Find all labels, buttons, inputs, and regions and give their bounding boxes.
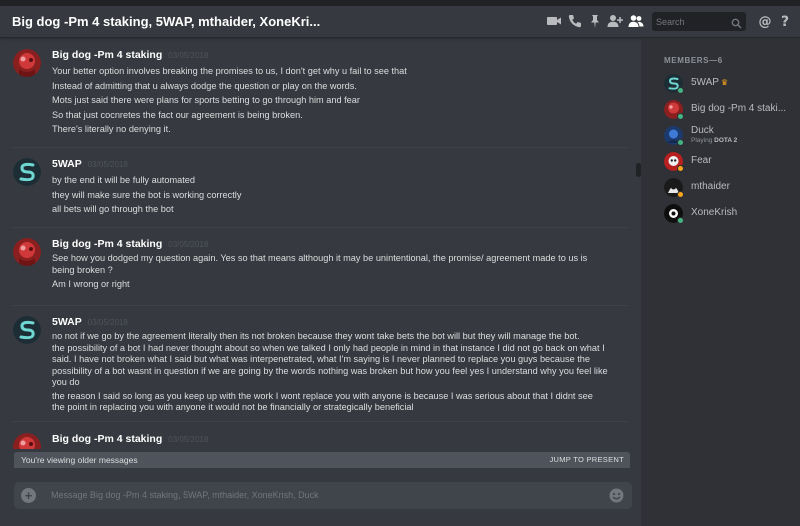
pin-icon[interactable] (587, 13, 603, 29)
message-divider (12, 421, 628, 422)
member-name: Big dog -Pm 4 staki... (691, 103, 787, 114)
phone-icon[interactable] (567, 13, 583, 29)
message-line: they will make sure the bot is working c… (52, 189, 242, 200)
help-icon[interactable]: ? (777, 13, 793, 29)
avatar[interactable] (13, 316, 41, 344)
message-line: Your better option involves breaking the… (52, 66, 407, 76)
status-online-icon (677, 113, 684, 120)
message-line: the point in replacing you with anyone i… (52, 402, 414, 412)
older-messages-banner: You're viewing older messages JUMP TO PR… (14, 452, 630, 468)
message-timestamp: 03/05/2018 (168, 240, 209, 249)
message-line: said. I have not broken what I said but … (52, 354, 591, 364)
message-line: the possibility of a bot I had never tho… (52, 342, 605, 353)
add-attachment-icon[interactable]: + (21, 488, 36, 503)
message-line: no not if we go by the agreement literal… (52, 331, 580, 341)
message-line: Mots just said there were plans for spor… (52, 95, 360, 105)
message-author[interactable]: Big dog -Pm 4 staking 03/05/2018 (52, 49, 208, 61)
member-name: Duck (691, 125, 714, 136)
member-name: XoneKrish (691, 207, 738, 218)
message-divider (12, 305, 628, 306)
status-online-icon (677, 217, 684, 224)
message-composer[interactable]: + Message Big dog -Pm 4 staking, 5WAP, m… (14, 482, 632, 509)
member-name: Fear (691, 155, 712, 166)
message-divider (12, 147, 628, 148)
jump-to-present-button[interactable]: JUMP TO PRESENT (549, 455, 624, 464)
members-icon[interactable] (628, 13, 644, 29)
message-line: So that just cocnretes the fact our agre… (52, 109, 303, 120)
member-item[interactable]: Big dog -Pm 4 staki... (664, 100, 794, 122)
search-box[interactable] (652, 12, 746, 31)
message-line: possibility of a bot wasnt in question i… (52, 365, 608, 376)
message-line: all bets will go through the bot (52, 204, 174, 214)
member-item[interactable]: Duck Playing DOTA 2 (664, 125, 794, 148)
status-online-icon (677, 87, 684, 94)
member-item[interactable]: mthaider (664, 178, 794, 200)
author-name[interactable]: Big dog -Pm 4 staking (52, 49, 162, 61)
message-line: See how you dodged my question again. Ye… (52, 253, 588, 263)
older-messages-text: You're viewing older messages (21, 455, 138, 465)
message-line: by the end it will be fully automated (52, 175, 195, 185)
crown-icon: ♛ (720, 78, 729, 87)
message-timestamp: 03/05/2018 (87, 160, 128, 169)
message-input-placeholder[interactable]: Message Big dog -Pm 4 staking, 5WAP, mth… (51, 490, 319, 500)
status-idle-icon (677, 191, 684, 198)
message-line: There's literally no denying it. (52, 124, 171, 134)
message-author[interactable]: 5WAP 03/05/2018 (52, 316, 128, 328)
member-name: mthaider (691, 181, 730, 192)
avatar[interactable] (13, 433, 41, 449)
message-line: you do (52, 377, 80, 387)
message-line: Am I wrong or right (52, 279, 130, 289)
emoji-icon[interactable] (609, 488, 624, 503)
svg-text:@: @ (759, 15, 772, 30)
message-timestamp: 03/05/2018 (168, 435, 209, 444)
message-line: the reason I said so long as you keep up… (52, 390, 593, 401)
video-call-icon[interactable] (546, 13, 562, 29)
message-line: Instead of admitting that u always dodge… (52, 80, 357, 91)
message-author[interactable]: 5WAP 03/05/2018 (52, 158, 128, 170)
channel-header: Big dog -Pm 4 staking, 5WAP, mthaider, X… (0, 6, 800, 38)
status-online-icon (677, 139, 684, 146)
avatar[interactable] (13, 49, 41, 77)
message-divider (12, 227, 628, 228)
member-name: 5WAP ♛ (691, 77, 728, 88)
member-name-text: 5WAP (691, 77, 719, 88)
author-name[interactable]: 5WAP (52, 158, 82, 170)
message-list[interactable]: Big dog -Pm 4 staking 03/05/2018 Your bet… (0, 39, 640, 449)
search-input[interactable] (656, 14, 728, 29)
avatar[interactable] (13, 238, 41, 266)
author-name[interactable]: Big dog -Pm 4 staking (52, 238, 162, 250)
add-member-icon[interactable] (607, 13, 623, 29)
svg-text:?: ? (781, 14, 789, 29)
member-item[interactable]: Fear (664, 152, 794, 174)
members-heading: MEMBERS—6 (664, 56, 723, 65)
author-name[interactable]: Big dog -Pm 4 staking (52, 433, 162, 445)
activity-prefix: Playing (691, 137, 713, 144)
mention-icon[interactable]: @ (757, 13, 773, 30)
member-list: MEMBERS—6 5WAP ♛ Big dog -Pm 4 staki... D… (641, 39, 800, 526)
status-idle-icon (677, 165, 684, 172)
message-author[interactable]: Big dog -Pm 4 staking 03/05/2018 (52, 238, 208, 250)
search-icon (731, 16, 742, 29)
message-author[interactable]: Big dog -Pm 4 staking 03/05/2018 (52, 433, 208, 445)
activity-game: DOTA 2 (714, 137, 738, 144)
avatar[interactable] (13, 158, 41, 186)
group-dm-title: Big dog -Pm 4 staking, 5WAP, mthaider, X… (12, 14, 321, 29)
message-line: being broken ? (52, 264, 113, 275)
member-item[interactable]: 5WAP ♛ (664, 74, 794, 96)
author-name[interactable]: 5WAP (52, 316, 82, 328)
member-activity: Playing DOTA 2 (691, 137, 737, 144)
message-timestamp: 03/05/2018 (87, 318, 128, 327)
message-timestamp: 03/05/2018 (168, 51, 209, 60)
member-item[interactable]: XoneKrish (664, 204, 794, 226)
